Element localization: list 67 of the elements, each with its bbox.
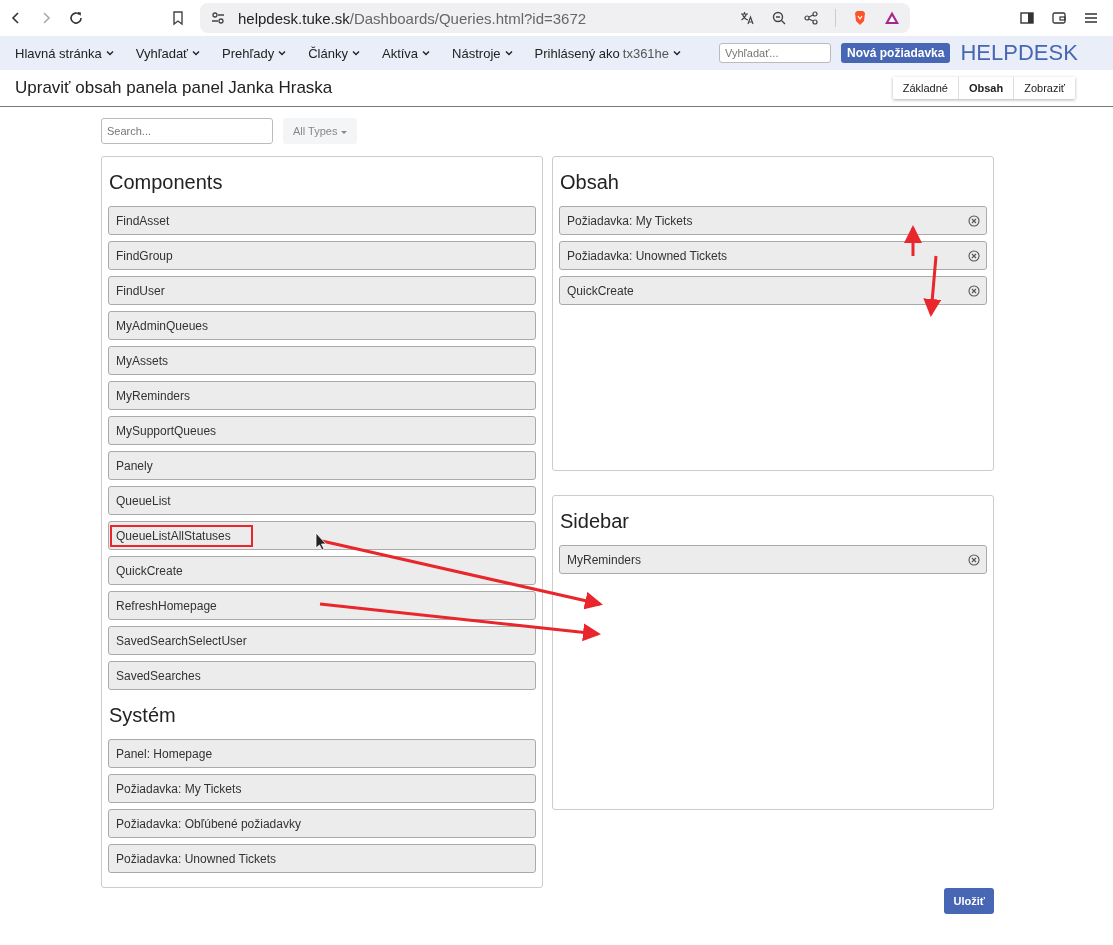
remove-icon[interactable] [968, 284, 980, 297]
component-item[interactable]: QueueList [108, 486, 536, 515]
caret-icon [503, 48, 514, 58]
caret-icon [672, 48, 683, 58]
component-item[interactable]: FindUser [108, 276, 536, 305]
remove-icon[interactable] [968, 214, 980, 227]
nav-menu-item[interactable]: Prehľady [222, 45, 288, 61]
page-title: Upraviť obsah panela panel Janka Hraska [15, 78, 333, 98]
section-heading: Obsah [560, 171, 620, 194]
content-item[interactable]: MyReminders [559, 545, 987, 574]
component-item[interactable]: MyAdminQueues [108, 311, 536, 340]
wallet-icon[interactable] [1051, 10, 1067, 26]
component-item[interactable]: Požiadavka: My Tickets [108, 774, 536, 803]
section-heading: Components [109, 171, 224, 194]
component-item[interactable]: SavedSearchSelectUser [108, 626, 536, 655]
user-menu[interactable]: Prihlásený ako tx361he [534, 45, 683, 61]
component-item[interactable]: Požiadavka: Obľúbené požiadavky [108, 809, 536, 838]
component-item[interactable]: Panel: Homepage [108, 739, 536, 768]
component-item[interactable]: QuickCreate [108, 556, 536, 585]
search-field[interactable]: Search... [101, 118, 273, 144]
component-item[interactable]: QueueListAllStatuses [108, 521, 536, 550]
nav-menu-item[interactable]: Články [308, 45, 361, 61]
mouse-cursor-icon [315, 532, 327, 551]
component-item[interactable]: MySupportQueues [108, 416, 536, 445]
component-item[interactable]: FindGroup [108, 241, 536, 270]
address-bar[interactable]: helpdesk.tuke.sk/Dashboards/Queries.html?id=3672 [200, 3, 910, 33]
remove-icon[interactable] [968, 249, 980, 262]
site-settings-icon[interactable] [210, 10, 226, 26]
component-item[interactable]: MyAssets [108, 346, 536, 375]
nav-menu-item[interactable]: Hlavná stránka [15, 45, 115, 61]
content-item[interactable]: QuickCreate [559, 276, 987, 305]
section-heading: Sidebar [560, 510, 630, 533]
sidebar-icon[interactable] [1019, 10, 1035, 26]
component-item[interactable]: Panely [108, 451, 536, 480]
search-field[interactable]: Vyhľadať... [719, 43, 832, 63]
menu-icon[interactable] [1083, 10, 1099, 26]
reload-icon[interactable] [68, 10, 84, 26]
component-item[interactable]: FindAsset [108, 206, 536, 235]
triangle-icon[interactable] [884, 10, 900, 26]
component-item[interactable]: SavedSearches [108, 661, 536, 690]
tab[interactable]: Základné [892, 77, 959, 99]
new-ticket-button[interactable]: Nová požiadavka [841, 43, 951, 63]
nav-menu-item[interactable]: Vyhľadať [135, 45, 201, 61]
caret-icon [350, 48, 361, 58]
component-item[interactable]: Požiadavka: Unowned Tickets [108, 844, 536, 873]
url-text: helpdesk.tuke.sk/Dashboards/Queries.html?id=3672 [238, 9, 588, 27]
caret-icon [191, 48, 201, 58]
section-heading: Systém [109, 704, 177, 727]
caret-icon [104, 48, 115, 58]
content-item[interactable]: Požiadavka: My Tickets [559, 206, 987, 235]
translate-icon[interactable] [739, 10, 755, 26]
zoom-out-icon[interactable] [771, 10, 787, 26]
nav-menu-item[interactable]: Nástroje [452, 45, 514, 61]
component-item[interactable]: RefreshHomepage [108, 591, 536, 620]
share-icon[interactable] [803, 10, 819, 26]
lion-shield-icon[interactable] [852, 10, 868, 26]
tab[interactable]: Zobraziť [1014, 77, 1075, 99]
nav-menu-item[interactable]: Aktíva [381, 45, 432, 61]
tab[interactable]: Obsah [958, 77, 1015, 99]
caret-icon [421, 48, 432, 58]
logo: HELPDESK [960, 40, 1078, 66]
remove-icon[interactable] [968, 553, 980, 566]
caret-icon [277, 48, 288, 58]
save-button[interactable]: Uložiť [944, 888, 994, 914]
content-item[interactable]: Požiadavka: Unowned Tickets [559, 241, 987, 270]
bookmark-icon[interactable] [170, 10, 186, 26]
component-item[interactable]: MyReminders [108, 381, 536, 410]
